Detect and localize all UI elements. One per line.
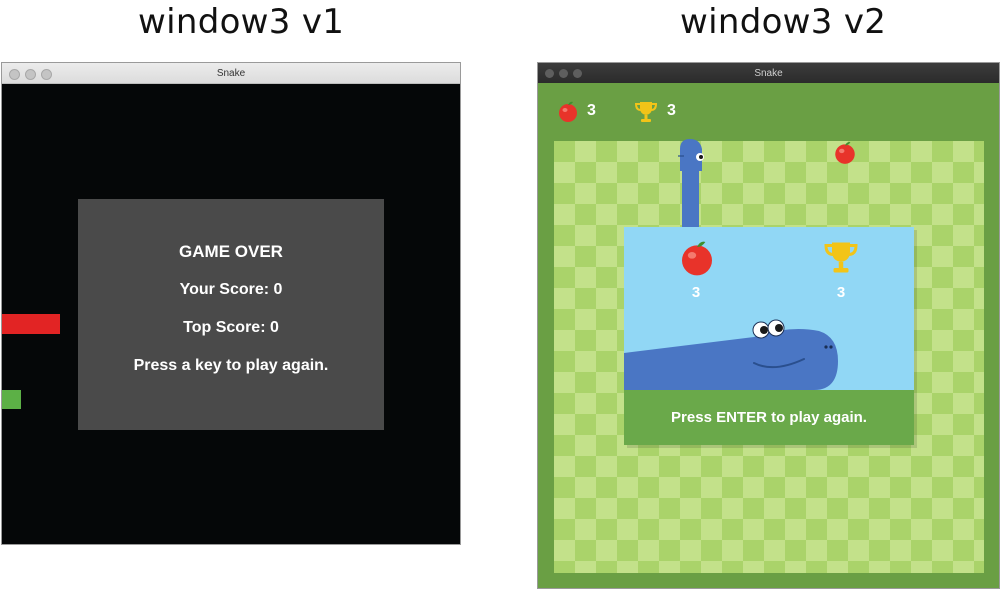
trophy-icon <box>634 102 658 122</box>
window-title: Snake <box>216 67 246 79</box>
game-over-popup: 3 3 Press ENTER to play again. <box>624 227 914 445</box>
snake-segment <box>2 314 60 334</box>
close-button[interactable] <box>9 69 20 80</box>
trophy-score: 3 <box>836 284 846 301</box>
snake-head <box>678 139 704 171</box>
caption-v1: window3 v1 <box>138 2 345 42</box>
window-v1: Snake GAME OVER Your Score: 0 Top Score:… <box>2 63 460 544</box>
caption-v2: window3 v2 <box>680 2 887 42</box>
food-item <box>2 390 21 409</box>
apple-score: 3 <box>691 284 701 301</box>
window-controls <box>9 69 52 80</box>
your-score-label: Your Score: 0 <box>179 281 283 298</box>
trophy-icon <box>824 242 858 273</box>
window-v2: Snake 3 3 3 3 Press ENTER to play again. <box>538 63 999 588</box>
zoom-button[interactable] <box>573 69 582 78</box>
trophy-count: 3 <box>667 102 676 119</box>
zoom-button[interactable] <box>41 69 52 80</box>
snake-mascot <box>624 319 838 390</box>
apple-icon <box>559 101 577 122</box>
apple-count: 3 <box>587 102 596 119</box>
minimize-button[interactable] <box>559 69 568 78</box>
titlebar: Snake <box>2 63 460 84</box>
apple-icon <box>682 241 712 276</box>
trophy-counter: 3 <box>634 98 676 124</box>
close-button[interactable] <box>545 69 554 78</box>
minimize-button[interactable] <box>25 69 36 80</box>
game-over-heading: GAME OVER <box>179 242 283 261</box>
play-again-prompt: Press ENTER to play again. <box>624 390 914 445</box>
window-title: Snake <box>754 67 783 79</box>
window-controls <box>545 69 582 78</box>
play-again-prompt: Press a key to play again. <box>133 357 329 374</box>
apple-icon <box>835 142 855 164</box>
popup-scoreboard: 3 3 <box>624 227 914 390</box>
titlebar: Snake <box>538 63 999 83</box>
top-score-label: Top Score: 0 <box>183 319 279 336</box>
game-over-panel: GAME OVER Your Score: 0 Top Score: 0 Pre… <box>78 199 384 430</box>
apple-counter: 3 <box>556 98 596 124</box>
